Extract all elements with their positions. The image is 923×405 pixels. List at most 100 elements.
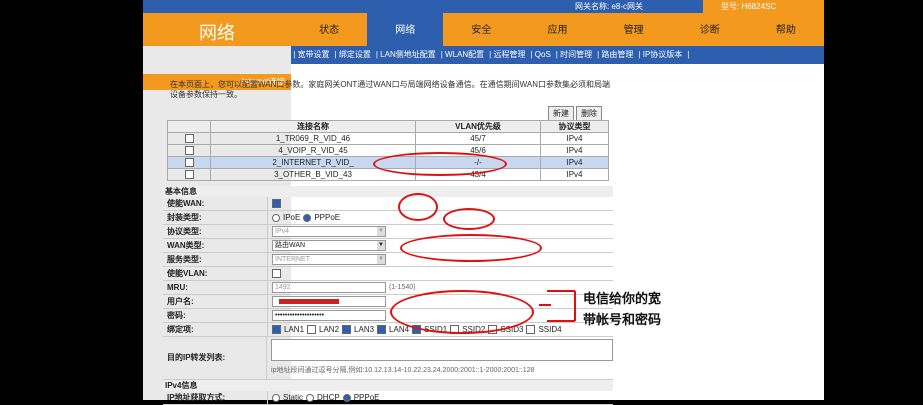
table-actions: 新建 删除 [546,106,602,121]
password-input[interactable]: •••••••••••••••••••• [272,310,386,321]
section-ipv4: IPv4信息 [163,380,613,391]
annotation-line2: 带帐号和密码 [583,313,662,328]
bind-lan2-label: LAN2 [319,325,340,334]
row-service: 服务类型: INTERNET ▼ [163,253,613,267]
enable-wan-checkbox[interactable] [272,199,281,208]
bind-lan3-label: LAN3 [354,325,375,334]
chevron-down-icon: ▼ [377,255,385,264]
model-badge: 型号: H6824SC [703,0,824,13]
subnav-time[interactable]: 时间管理 [560,50,592,59]
label-encap: 封装类型: [163,211,268,224]
new-button[interactable]: 新建 [548,106,574,121]
subnav-qos[interactable]: QoS [535,50,551,59]
wan-type-select[interactable]: 路由WAN ▼ [272,240,386,251]
label-enable-wan: 使能WAN: [163,197,268,210]
dest-ip-textarea[interactable] [271,339,613,361]
service-select[interactable]: INTERNET ▼ [272,254,386,265]
tab-status[interactable]: 状态 [291,13,367,46]
label-ip-mode: IP地址获取方式: [163,391,268,404]
ip-pppoe-radio[interactable] [342,393,351,402]
enable-vlan-checkbox[interactable] [272,269,281,278]
bind-lan3-checkbox[interactable] [342,325,352,334]
annotation-circle-internet [373,152,507,176]
col-name: 连接名称 [210,120,416,133]
tab-manage[interactable]: 管理 [596,13,672,46]
tab-diagnose[interactable]: 诊断 [672,13,748,46]
annotation-circle-pppoe [443,208,495,230]
label-mru: MRU: [163,281,268,294]
label-password: 密码: [163,309,268,322]
label-username: 用户名: [163,295,268,308]
row-proto: IPv4 [540,168,609,181]
row-checkbox[interactable] [184,170,194,180]
subnav-ipver[interactable]: IP协议版本 [643,50,683,59]
mru-input[interactable]: 1492 [272,282,386,293]
bind-lan1-label: LAN1 [284,325,305,334]
row-checkbox[interactable] [184,146,194,156]
row-checkbox[interactable] [184,134,194,144]
tab-network[interactable]: 网络 [367,13,444,46]
brand-title: 网络 [199,23,235,44]
chevron-down-icon: ▼ [377,227,385,236]
label-service: 服务类型: [163,253,268,266]
dest-ip-hint: ip地址段间通过逗号分隔,例如:10.12.13.14-10.22.23.24,… [271,367,535,374]
subnav-remote[interactable]: 远程管理 [493,50,525,59]
table-row[interactable]: 1_TR069_R_VID_46 45/7 IPv4 [167,132,609,145]
encap-pppoe-label: PPPoE [314,213,341,222]
row-proto: IPv4 [540,156,609,169]
col-vlan: VLAN优先级 [415,120,541,133]
subnav-bind[interactable]: 绑定设置 [339,50,371,59]
annotation-brace [539,290,576,322]
proto-value: IPv4 [275,228,290,235]
bind-lan4-checkbox[interactable] [377,325,387,334]
model-label: 型号: H6824SC [721,2,777,11]
label-dest-ip: 目的IP转发列表: [163,337,267,379]
col-select [167,120,211,133]
brand-area: 网络 [143,13,291,46]
label-bind: 绑定项: [163,323,268,336]
bind-lan2-checkbox[interactable] [307,325,317,334]
row-ip-mode: IP地址获取方式: Static DHCP PPPoE [163,391,613,405]
ip-pppoe-label: PPPoE [353,393,380,402]
sub-nav: | 宽带设置 | 绑定设置 | LAN侧地址配置 | WLAN配置 | 远程管理 | Qo… [291,46,824,64]
subnav-lan[interactable]: LAN侧地址配置 [380,50,436,59]
section-basic: 基本信息 [163,186,613,197]
tab-security[interactable]: 安全 [443,13,519,46]
chevron-down-icon: ▼ [377,241,385,250]
tab-help[interactable]: 帮助 [748,13,824,46]
subnav-route[interactable]: 路由管理 [601,50,633,59]
row-proto: IPv4 [540,132,609,145]
col-proto: 协议类型 [540,120,609,133]
label-wan-type: WAN类型: [163,239,268,252]
tab-apps[interactable]: 应用 [519,13,595,46]
row-enable-wan: 使能WAN: [163,197,613,211]
table-header: 连接名称 VLAN优先级 协议类型 [167,120,609,133]
encap-pppoe-radio[interactable] [303,213,312,222]
row-wan-type: WAN类型: 路由WAN ▼ [163,239,613,253]
ip-static-label: Static [283,393,304,402]
row-proto: IPv4 [540,144,609,157]
row-name: 4_VOIP_R_VID_45 [210,144,416,157]
encap-ipoe-label: IPoE [283,213,301,222]
username-input[interactable] [272,296,386,307]
label-proto: 协议类型: [163,225,268,238]
encap-ipoe-radio[interactable] [272,213,280,222]
page-description: 在本页面上，您可以配置WAN口参数。家庭网关ONT通过WAN口与局端网络设备通信… [170,80,610,99]
ip-dhcp-label: DHCP [317,393,340,402]
table-row[interactable]: 4_VOIP_R_VID_45 45/6 IPv4 [167,144,609,157]
ip-dhcp-radio[interactable] [306,393,315,402]
redacted-username [279,298,339,304]
wan-table: 连接名称 VLAN优先级 协议类型 1_TR069_R_VID_46 45/7 … [167,120,609,181]
service-value: INTERNET [275,256,310,263]
row-checkbox[interactable] [184,158,194,168]
row-vlan: 45/7 [415,132,541,145]
ip-static-radio[interactable] [272,393,280,402]
row-enable-vlan: 使能VLAN: [163,267,613,281]
row-dest-ip: 目的IP转发列表: ip地址段间通过逗号分隔,例如:10.12.13.14-10… [163,337,613,380]
proto-select[interactable]: IPv4 ▼ [272,226,386,237]
subnav-broadband[interactable]: 宽带设置 [298,50,330,59]
delete-button[interactable]: 删除 [576,106,602,121]
gateway-name: 网关名称: e8-c网关 [575,2,644,11]
subnav-wlan[interactable]: WLAN配置 [445,50,484,59]
bind-lan1-checkbox[interactable] [272,325,281,334]
